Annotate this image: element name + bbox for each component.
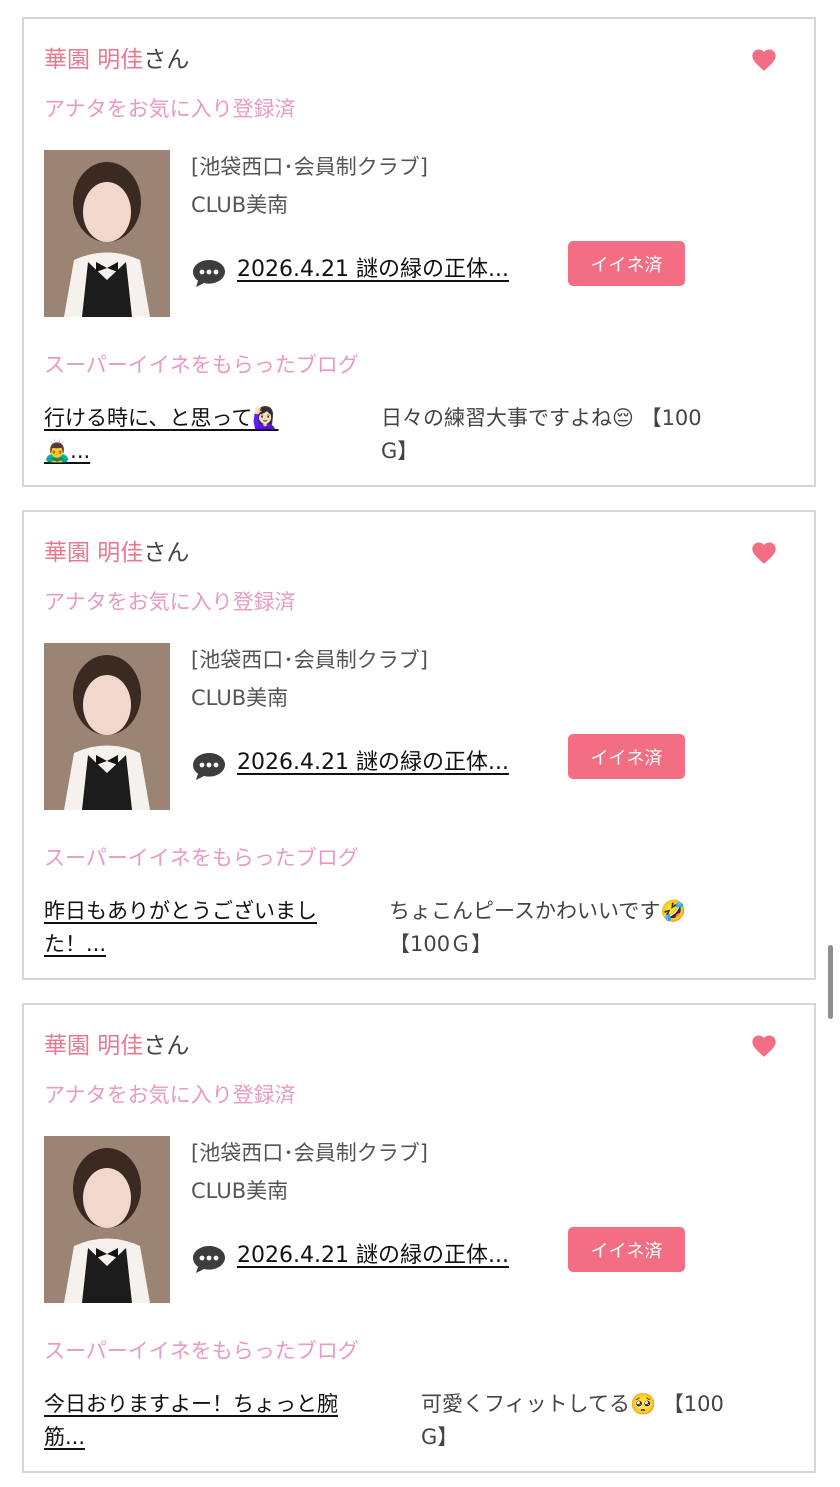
speech-bubble-icon: [193, 753, 225, 780]
user-name[interactable]: 華園 明佳: [44, 1033, 143, 1059]
comment-text: ちょこんピースかわいいです🤣 【100Ｇ】: [389, 895, 686, 961]
user-name-row: 華園 明佳さん: [44, 1031, 189, 1061]
super-iine-blog-title[interactable]: 昨日もありがとうございまし た！...: [44, 895, 317, 961]
user-name[interactable]: 華園 明佳: [44, 540, 143, 566]
user-name-row: 華園 明佳さん: [44, 538, 189, 568]
honorific: さん: [143, 1033, 190, 1059]
comment-line: 日々の練習大事ですよね😔 【100: [381, 406, 702, 430]
scrollbar[interactable]: [828, 945, 833, 1019]
heart-icon[interactable]: [750, 539, 778, 567]
blog-title-line: 🙇‍♂️...: [44, 439, 91, 463]
super-iine-title: スーパーイイネをもらったブログ: [44, 1339, 359, 1363]
favorite-status: アナタをお気に入り登録済: [44, 590, 296, 614]
comment-line: 【100Ｇ】: [389, 932, 493, 956]
profile-photo[interactable]: [44, 1136, 170, 1303]
heart-icon[interactable]: [750, 1032, 778, 1060]
shop-name[interactable]: CLUB美南: [191, 1177, 288, 1205]
blog-like-card: 華園 明佳さん アナタをお気に入り登録済 [池袋西口･会員制クラブ] CLUB美…: [22, 510, 816, 980]
honorific: さん: [143, 47, 190, 73]
latest-blog-link[interactable]: 2026.4.21 謎の緑の正体...: [237, 255, 509, 285]
blog-title-line: た！...: [44, 932, 107, 956]
favorite-status: アナタをお気に入り登録済: [44, 97, 296, 121]
user-name[interactable]: 華園 明佳: [44, 47, 143, 73]
shop-category: [池袋西口･会員制クラブ]: [191, 1141, 428, 1165]
blog-like-card: 華園 明佳さん アナタをお気に入り登録済 [池袋西口･会員制クラブ] CLUB美…: [22, 1003, 816, 1473]
super-iine-blog-title[interactable]: 行ける時に、と思って🙋🏻‍♀️ 🙇‍♂️...: [44, 402, 278, 468]
latest-blog-link[interactable]: 2026.4.21 謎の緑の正体...: [237, 1241, 509, 1271]
blog-title-line: 筋...: [44, 1425, 86, 1449]
shop-name[interactable]: CLUB美南: [191, 191, 288, 219]
iine-done-button[interactable]: イイネ済: [568, 734, 685, 779]
blog-title-line: 行ける時に、と思って🙋🏻‍♀️: [44, 406, 279, 430]
iine-done-button[interactable]: イイネ済: [568, 1227, 685, 1272]
blog-title-line: 今日おりますよー！ちょっと腕: [44, 1392, 338, 1416]
comment-line: G】: [421, 1425, 459, 1449]
latest-blog-link[interactable]: 2026.4.21 謎の緑の正体...: [237, 748, 509, 778]
speech-bubble-icon: [193, 260, 225, 287]
shop-category: [池袋西口･会員制クラブ]: [191, 648, 428, 672]
user-name-row: 華園 明佳さん: [44, 45, 189, 75]
comment-line: G】: [381, 439, 419, 463]
shop-category: [池袋西口･会員制クラブ]: [191, 155, 428, 179]
shop-name[interactable]: CLUB美南: [191, 684, 288, 712]
comment-line: ちょこんピースかわいいです🤣: [389, 899, 687, 923]
comment-text: 日々の練習大事ですよね😔 【100 G】: [381, 402, 702, 468]
comment-text: 可愛くフィットしてる🥺 【100 G】: [421, 1388, 724, 1454]
super-iine-title: スーパーイイネをもらったブログ: [44, 846, 359, 870]
profile-photo[interactable]: [44, 150, 170, 317]
super-iine-blog-title[interactable]: 今日おりますよー！ちょっと腕 筋...: [44, 1388, 338, 1454]
blog-like-card: 華園 明佳さん アナタをお気に入り登録済 [池袋西口･会員制クラブ] CLUB美…: [22, 17, 816, 487]
heart-icon[interactable]: [750, 46, 778, 74]
profile-photo[interactable]: [44, 643, 170, 810]
speech-bubble-icon: [193, 1246, 225, 1273]
blog-title-line: 昨日もありがとうございまし: [44, 899, 317, 923]
comment-line: 可愛くフィットしてる🥺 【100: [421, 1392, 724, 1416]
favorite-status: アナタをお気に入り登録済: [44, 1083, 296, 1107]
honorific: さん: [143, 540, 190, 566]
iine-done-button[interactable]: イイネ済: [568, 241, 685, 286]
super-iine-title: スーパーイイネをもらったブログ: [44, 353, 359, 377]
